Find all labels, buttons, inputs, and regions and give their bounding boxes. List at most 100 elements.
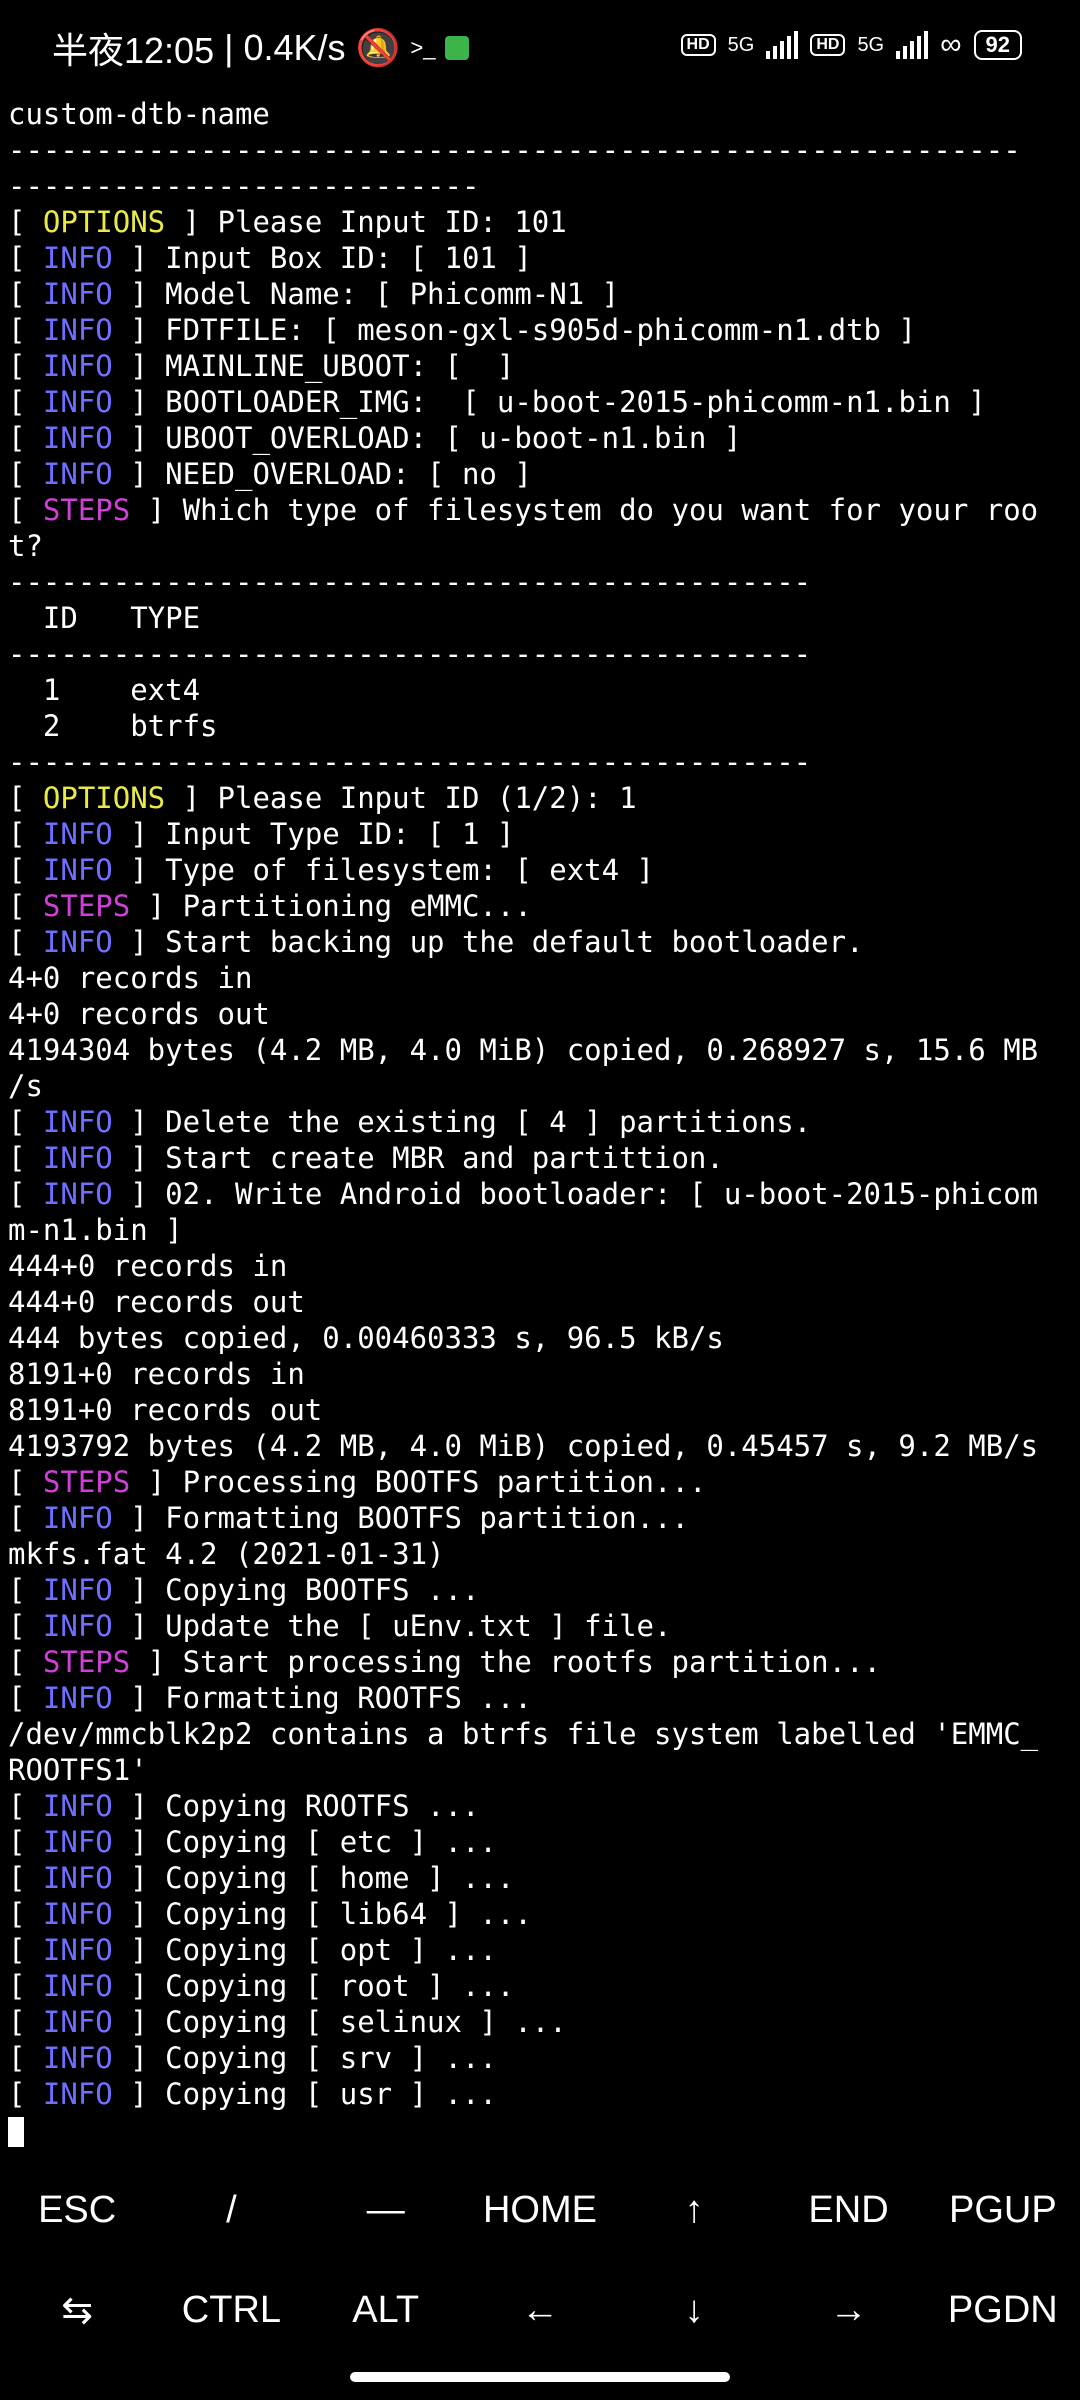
bracket: [ (8, 889, 43, 923)
terminal-line: m-n1.bin ] (8, 1212, 1072, 1248)
bracket: ] (112, 1609, 148, 1643)
terminal-output[interactable]: custom-dtb-name -------------------------… (8, 96, 1072, 2148)
log-tag: INFO (42, 1105, 113, 1139)
log-text: Which type of filesystem do you want for… (165, 493, 1039, 527)
gesture-nav-bar[interactable] (350, 2372, 730, 2382)
bracket: [ (8, 1177, 43, 1211)
key-3[interactable]: ← (463, 2289, 617, 2332)
bracket: ] (112, 1573, 148, 1607)
bracket: [ (8, 2077, 43, 2111)
key-6[interactable]: PGUP (926, 2189, 1080, 2232)
terminal-line: 4+0 records out (8, 996, 1072, 1032)
key-1[interactable]: CTRL (154, 2289, 308, 2332)
bracket: [ (8, 1501, 43, 1535)
log-text: /s (8, 1069, 43, 1103)
key-1[interactable]: / (154, 2189, 308, 2232)
log-tag: INFO (42, 457, 113, 491)
prompt-line[interactable] (8, 2112, 1072, 2148)
battery-icon: 92 (973, 30, 1022, 60)
network-speed: 0.4K/s (243, 27, 346, 68)
terminal-line: 444+0 records in (8, 1248, 1072, 1284)
log-text: MAINLINE_UBOOT: [ ] (147, 349, 515, 383)
terminal-prompt-icon: >_ (410, 35, 436, 60)
signal-icon-2 (896, 31, 929, 59)
terminal-line: ID TYPE (8, 600, 1072, 636)
log-text: ID TYPE (8, 601, 201, 635)
bracket: ] (112, 385, 148, 419)
key-2[interactable]: ALT (309, 2289, 463, 2332)
key-5[interactable]: → (771, 2289, 925, 2332)
key-0[interactable]: ESC (0, 2189, 154, 2232)
key-4[interactable]: ↓ (617, 2289, 771, 2332)
key-6[interactable]: PGDN (926, 2289, 1080, 2332)
terminal-line: /s (8, 1068, 1072, 1104)
log-tag: INFO (42, 817, 113, 851)
log-tag: INFO (42, 1177, 113, 1211)
log-text: 8191+0 records out (8, 1393, 323, 1427)
terminal-line: [ INFO ] Start backing up the default bo… (8, 924, 1072, 960)
log-text: mkfs.fat 4.2 (2021-01-31) (8, 1537, 445, 1571)
terminal-line: 444+0 records out (8, 1284, 1072, 1320)
key-2[interactable]: — (309, 2189, 463, 2232)
log-text: Input Type ID: [ 1 ] (147, 817, 515, 851)
terminal-line: [ INFO ] Type of filesystem: [ ext4 ] (8, 852, 1072, 888)
log-text: Start create MBR and partittion. (147, 1141, 724, 1175)
key-4[interactable]: ↑ (617, 2189, 771, 2232)
bracket: ] (112, 1969, 148, 2003)
log-text: 4194304 bytes (4.2 MB, 4.0 MiB) copied, … (8, 1033, 1039, 1067)
bracket: ] (112, 1861, 148, 1895)
log-text: /dev/mmcblk2p2 contains a btrfs file sys… (8, 1717, 1039, 1751)
bracket: [ (8, 2005, 43, 2039)
key-3[interactable]: HOME (463, 2189, 617, 2232)
terminal-line: [ INFO ] Copying [ etc ] ... (8, 1824, 1072, 1860)
bracket: [ (8, 1825, 43, 1859)
key-0[interactable]: ⇆ (0, 2288, 154, 2333)
log-tag: OPTIONS (42, 781, 166, 815)
log-text: BOOTLOADER_IMG: [ u-boot-2015-phicomm-n1… (147, 385, 986, 419)
bracket: ] (112, 421, 148, 455)
terminal-line: [ STEPS ] Processing BOOTFS partition... (8, 1464, 1072, 1500)
log-text: 4+0 records in (8, 961, 253, 995)
status-left: 半夜12:05 | 0.4K/s 🔕 >_ (52, 22, 470, 74)
terminal-line: [ INFO ] Copying [ lib64 ] ... (8, 1896, 1072, 1932)
terminal-line: [ INFO ] Copying [ root ] ... (8, 1968, 1072, 2004)
key-5[interactable]: END (771, 2189, 925, 2232)
hd-badge-2: HD (810, 34, 846, 56)
bracket: [ (8, 241, 43, 275)
bracket: [ (8, 313, 43, 347)
log-tag: STEPS (42, 889, 131, 923)
log-text: Processing BOOTFS partition... (165, 1465, 707, 1499)
bracket: [ (8, 1573, 43, 1607)
bracket: ] (112, 1177, 148, 1211)
bracket: [ (8, 2041, 43, 2075)
terminal-line: --------------------------- (8, 168, 1072, 204)
bracket: ] (112, 313, 148, 347)
bracket: ] (112, 1681, 148, 1715)
bracket: ] (112, 853, 148, 887)
log-tag: INFO (42, 1897, 113, 1931)
terminal-line: [ INFO ] Input Box ID: [ 101 ] (8, 240, 1072, 276)
bracket: [ (8, 1141, 43, 1175)
mute-bell-icon: 🔕 (355, 27, 401, 68)
log-text: Type of filesystem: [ ext4 ] (147, 853, 655, 887)
log-tag: INFO (42, 2005, 113, 2039)
log-tag: INFO (42, 349, 113, 383)
log-text: ----------------------------------------… (8, 637, 812, 671)
bracket: [ (8, 277, 43, 311)
terminal-line: 4194304 bytes (4.2 MB, 4.0 MiB) copied, … (8, 1032, 1072, 1068)
log-text: Partitioning eMMC... (165, 889, 532, 923)
log-tag: INFO (42, 925, 113, 959)
terminal-line: [ INFO ] Start create MBR and partittion… (8, 1140, 1072, 1176)
bracket: [ (8, 1681, 43, 1715)
bracket: ] (112, 925, 148, 959)
bracket: ] (112, 1825, 148, 1859)
terminal-line: [ INFO ] Input Type ID: [ 1 ] (8, 816, 1072, 852)
terminal-line: [ INFO ] Formatting ROOTFS ... (8, 1680, 1072, 1716)
bracket: ] (130, 889, 166, 923)
bracket: [ (8, 493, 43, 527)
log-tag: INFO (42, 1609, 113, 1643)
log-text: Formatting ROOTFS ... (147, 1681, 532, 1715)
log-tag: INFO (42, 313, 113, 347)
log-text: Copying ROOTFS ... (147, 1789, 480, 1823)
bracket: [ (8, 925, 43, 959)
